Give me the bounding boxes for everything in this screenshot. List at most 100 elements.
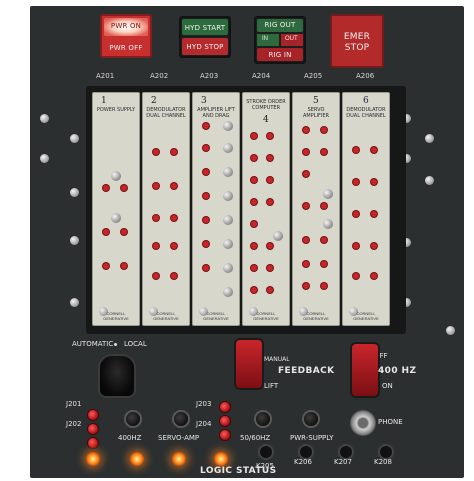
test-jack[interactable] <box>121 263 127 269</box>
test-jack[interactable] <box>251 265 257 271</box>
test-jack[interactable] <box>371 147 377 153</box>
jack-j201b[interactable] <box>88 424 98 434</box>
test-jack[interactable] <box>171 215 177 221</box>
test-jack[interactable] <box>371 243 377 249</box>
test-jack[interactable] <box>153 149 159 155</box>
card-knob[interactable] <box>223 143 233 153</box>
test-jack[interactable] <box>203 265 209 271</box>
test-jack[interactable] <box>251 155 257 161</box>
card-knob[interactable] <box>223 215 233 225</box>
test-jack[interactable] <box>251 133 257 139</box>
card-knob[interactable] <box>111 213 121 223</box>
test-jack[interactable] <box>153 183 159 189</box>
test-jack[interactable] <box>321 283 327 289</box>
test-jack[interactable] <box>103 263 109 269</box>
card-amplifier: 3 AMPLIFIER LIFT AND DRAG CORNELL GENERA… <box>192 92 240 326</box>
phone-jack[interactable] <box>350 410 376 436</box>
test-jack[interactable] <box>103 185 109 191</box>
test-jack[interactable] <box>153 243 159 249</box>
test-jack[interactable] <box>321 261 327 267</box>
test-jack[interactable] <box>153 215 159 221</box>
test-jack[interactable] <box>371 211 377 217</box>
test-jack[interactable] <box>321 127 327 133</box>
card-number: 4 <box>263 115 269 125</box>
test-jack[interactable] <box>353 273 359 279</box>
test-jack[interactable] <box>203 241 209 247</box>
hydraulic-button[interactable]: HYD START HYD STOP <box>179 16 231 58</box>
test-jack[interactable] <box>251 243 257 249</box>
test-jack[interactable] <box>171 149 177 155</box>
test-jack[interactable] <box>353 243 359 249</box>
card-footer: CORNELL GENERATIVE <box>103 311 129 321</box>
test-jack[interactable] <box>251 199 257 205</box>
rig-button[interactable]: RIG OUT IN OUT RIG IN <box>254 16 306 64</box>
test-jack[interactable] <box>303 283 309 289</box>
test-jack[interactable] <box>267 199 273 205</box>
card-knob[interactable] <box>223 167 233 177</box>
jack-j201[interactable] <box>88 410 98 420</box>
jack-j203[interactable] <box>220 402 230 412</box>
test-jack[interactable] <box>103 229 109 235</box>
jack-j204[interactable] <box>220 430 230 440</box>
switch-400hz[interactable] <box>126 412 140 426</box>
panel-screw <box>40 154 49 163</box>
test-jack[interactable] <box>171 243 177 249</box>
test-jack[interactable] <box>353 147 359 153</box>
test-jack[interactable] <box>303 237 309 243</box>
switch-50-60hz[interactable] <box>256 412 270 426</box>
card-knob[interactable] <box>273 231 283 241</box>
test-jack[interactable] <box>303 149 309 155</box>
test-jack[interactable] <box>171 183 177 189</box>
test-jack[interactable] <box>321 149 327 155</box>
test-jack[interactable] <box>203 193 209 199</box>
feedback-toggle-switch[interactable] <box>236 340 262 388</box>
card-knob[interactable] <box>323 219 333 229</box>
test-jack[interactable] <box>203 169 209 175</box>
card-footer: CORNELL GENERATIVE <box>303 311 329 321</box>
switch-pwr-supply[interactable] <box>304 412 318 426</box>
test-jack[interactable] <box>171 273 177 279</box>
switch-servo-amp[interactable] <box>174 412 188 426</box>
rig-in-mid-label: IN <box>262 36 268 42</box>
test-jack[interactable] <box>267 133 273 139</box>
jack-j203b[interactable] <box>220 416 230 426</box>
test-jack[interactable] <box>251 287 257 293</box>
lift-label: LIFT <box>264 382 279 390</box>
card-knob[interactable] <box>323 189 333 199</box>
card-knob[interactable] <box>111 171 121 181</box>
frequency-toggle-switch[interactable] <box>352 344 378 396</box>
emergency-stop-button[interactable]: EMER STOP <box>330 14 384 68</box>
test-jack[interactable] <box>251 221 257 227</box>
plate-a203: A203 <box>200 72 219 80</box>
test-jack[interactable] <box>121 229 127 235</box>
test-jack[interactable] <box>371 179 377 185</box>
test-jack[interactable] <box>121 185 127 191</box>
test-jack[interactable] <box>267 243 273 249</box>
card-knob[interactable] <box>223 263 233 273</box>
test-jack[interactable] <box>353 179 359 185</box>
test-jack[interactable] <box>267 265 273 271</box>
test-jack[interactable] <box>203 123 209 129</box>
test-jack[interactable] <box>267 287 273 293</box>
test-jack[interactable] <box>303 171 309 177</box>
card-knob[interactable] <box>223 191 233 201</box>
card-knob[interactable] <box>223 239 233 249</box>
test-jack[interactable] <box>267 155 273 161</box>
test-jack[interactable] <box>303 203 309 209</box>
test-jack[interactable] <box>303 261 309 267</box>
test-jack[interactable] <box>321 203 327 209</box>
test-jack[interactable] <box>251 177 257 183</box>
test-jack[interactable] <box>267 177 273 183</box>
power-button[interactable]: PWR ON PWR OFF <box>100 14 152 58</box>
test-jack[interactable] <box>203 217 209 223</box>
test-jack[interactable] <box>153 273 159 279</box>
test-jack[interactable] <box>321 237 327 243</box>
test-jack[interactable] <box>353 211 359 217</box>
test-jack[interactable] <box>303 127 309 133</box>
card-knob[interactable] <box>223 287 233 297</box>
card-knob[interactable] <box>223 121 233 131</box>
test-jack[interactable] <box>203 145 209 151</box>
mode-selector-knob[interactable] <box>100 356 134 396</box>
test-jack[interactable] <box>371 273 377 279</box>
jack-j202[interactable] <box>88 438 98 448</box>
